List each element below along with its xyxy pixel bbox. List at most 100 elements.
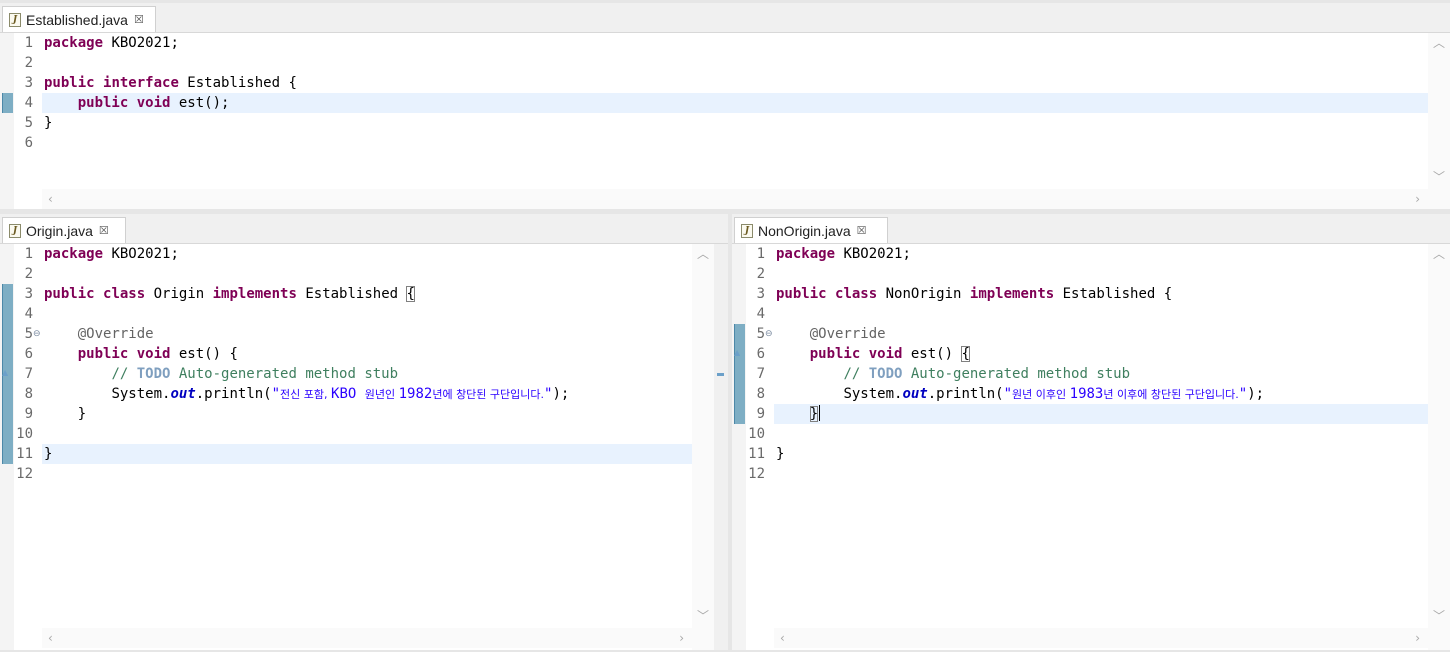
line-number: 5 (24, 326, 33, 342)
vertical-scrollbar[interactable]: ︿ ﹀ (1428, 244, 1450, 650)
line-number-gutter: 1 2 3 4 5 ⊖ 6 7 8 9 10 11 12 (746, 244, 774, 650)
overview-ruler (714, 244, 728, 650)
tab-title: NonOrigin.java (758, 222, 851, 239)
current-code-line: } (774, 404, 1428, 424)
line-number: 11 (16, 446, 33, 462)
code-line: public class NonOrigin implements Establ… (776, 286, 1173, 302)
line-number: 5 (24, 115, 33, 131)
scroll-left-icon[interactable]: ‹ (780, 632, 785, 644)
code-area[interactable]: package KBO2021; public class NonOrigin … (774, 244, 1428, 650)
horizontal-scrollbar[interactable]: ‹ › (42, 189, 1428, 209)
line-number: 2 (24, 55, 33, 71)
tab-established-java[interactable]: J Established.java ☒ (2, 6, 156, 32)
fold-collapse-icon[interactable]: ⊖ (765, 324, 773, 344)
code-line: package KBO2021; (44, 35, 179, 51)
line-number: 9 (756, 406, 765, 422)
line-number: 1 (24, 246, 33, 262)
line-number: 7 (756, 366, 765, 382)
scroll-down-icon[interactable]: ﹀ (1433, 171, 1445, 183)
code-line: public void est() { (809, 346, 970, 362)
code-line: // TODO Auto-generated method stub (111, 366, 399, 382)
scroll-right-icon[interactable]: › (679, 632, 684, 644)
current-code-line: } (42, 444, 692, 464)
code-line: System.out.println("전신 포함, KBO 원년인 1982년… (111, 386, 570, 402)
line-number: 5 (756, 326, 765, 342)
line-number-gutter: 1 2 3 4 5 ⊖ 6 7 8 9 10 11 12 (14, 244, 42, 650)
established-editor[interactable]: 1 2 3 4 5 6 package KBO2021; public inte… (0, 33, 1450, 209)
line-number: 6 (24, 346, 33, 362)
current-code-line: public void est(); (42, 93, 1428, 113)
code-line: public interface Established { (44, 75, 297, 91)
matching-bracket: { (961, 346, 970, 362)
code-line: } (44, 115, 53, 131)
change-marker (734, 324, 745, 424)
tab-title: Established.java (26, 11, 128, 28)
line-number: 12 (748, 466, 765, 482)
code-line: // TODO Auto-generated method stub (843, 366, 1131, 382)
line-number: 6 (24, 135, 33, 151)
vertical-scrollbar[interactable]: ︿ ﹀ (1428, 33, 1450, 209)
close-tab-icon[interactable]: ☒ (134, 13, 144, 26)
horizontal-scrollbar[interactable]: ‹ › (42, 628, 692, 648)
line-number: 3 (24, 286, 33, 302)
scroll-right-icon[interactable]: › (1415, 193, 1420, 205)
code-line: @Override (809, 326, 886, 342)
overview-marker (717, 373, 724, 376)
horizontal-scrollbar[interactable]: ‹ › (774, 628, 1428, 648)
line-number: 3 (756, 286, 765, 302)
nonorigin-editor[interactable]: ▲ 1 2 3 4 5 ⊖ 6 7 8 9 10 11 12 package K… (732, 244, 1450, 650)
matching-bracket: } (809, 406, 819, 422)
line-number: 8 (24, 386, 33, 402)
line-number: 6 (756, 346, 765, 362)
line-number: 3 (24, 75, 33, 91)
line-number: 4 (24, 95, 33, 111)
fold-collapse-icon[interactable]: ⊖ (33, 324, 41, 344)
tab-nonorigin-java[interactable]: J NonOrigin.java ☒ (734, 217, 888, 243)
scroll-left-icon[interactable]: ‹ (48, 632, 53, 644)
line-number: 11 (748, 446, 765, 462)
close-tab-icon[interactable]: ☒ (857, 224, 867, 237)
line-number: 9 (24, 406, 33, 422)
annotation-ruler: ▲ (732, 244, 746, 650)
code-line: } (77, 406, 87, 422)
change-marker (2, 93, 13, 113)
java-file-icon: J (741, 223, 753, 238)
scroll-down-icon[interactable]: ﹀ (697, 610, 709, 622)
scroll-up-icon[interactable]: ︿ (1433, 248, 1445, 260)
line-number: 4 (756, 306, 765, 322)
nonorigin-tab-bar: J NonOrigin.java ☒ (732, 214, 1450, 244)
origin-editor-pane: J Origin.java ☒ ▲ 1 2 3 4 5 ⊖ 6 7 8 9 10… (0, 214, 728, 650)
line-number: 2 (24, 266, 33, 282)
established-editor-pane: J Established.java ☒ 1 2 3 4 5 6 package… (0, 3, 1450, 209)
code-area[interactable]: package KBO2021; public interface Establ… (42, 33, 1428, 209)
close-tab-icon[interactable]: ☒ (99, 224, 109, 237)
line-number: 2 (756, 266, 765, 282)
java-file-icon: J (9, 12, 21, 27)
line-number: 8 (756, 386, 765, 402)
line-number: 1 (756, 246, 765, 262)
scroll-down-icon[interactable]: ﹀ (1433, 610, 1445, 622)
nonorigin-editor-pane: J NonOrigin.java ☒ ▲ 1 2 3 4 5 ⊖ 6 7 8 9… (732, 214, 1450, 650)
line-number: 10 (16, 426, 33, 442)
code-line: @Override (77, 326, 154, 342)
override-marker-icon: ▲ (734, 348, 741, 357)
line-number: 4 (24, 306, 33, 322)
origin-editor[interactable]: ▲ 1 2 3 4 5 ⊖ 6 7 8 9 10 11 12 package K… (0, 244, 714, 650)
scroll-right-icon[interactable]: › (1415, 632, 1420, 644)
override-marker-icon: ▲ (2, 368, 9, 377)
established-tab-bar: J Established.java ☒ (0, 3, 1450, 33)
code-line: System.out.println("원년 이후인 1983년 이후에 창단된… (843, 386, 1265, 402)
vertical-scrollbar[interactable]: ︿ ﹀ (692, 244, 714, 650)
code-area[interactable]: package KBO2021; public class Origin imp… (42, 244, 692, 650)
line-number: 10 (748, 426, 765, 442)
java-file-icon: J (9, 223, 21, 238)
code-line: public void est() { (77, 346, 238, 362)
line-number: 12 (16, 466, 33, 482)
scroll-up-icon[interactable]: ︿ (1433, 37, 1445, 49)
code-line: public class Origin implements Establish… (44, 286, 415, 302)
code-line: package KBO2021; (44, 246, 179, 262)
scroll-left-icon[interactable]: ‹ (48, 193, 53, 205)
annotation-ruler: ▲ (0, 244, 14, 650)
scroll-up-icon[interactable]: ︿ (697, 248, 709, 260)
tab-origin-java[interactable]: J Origin.java ☒ (2, 217, 126, 243)
